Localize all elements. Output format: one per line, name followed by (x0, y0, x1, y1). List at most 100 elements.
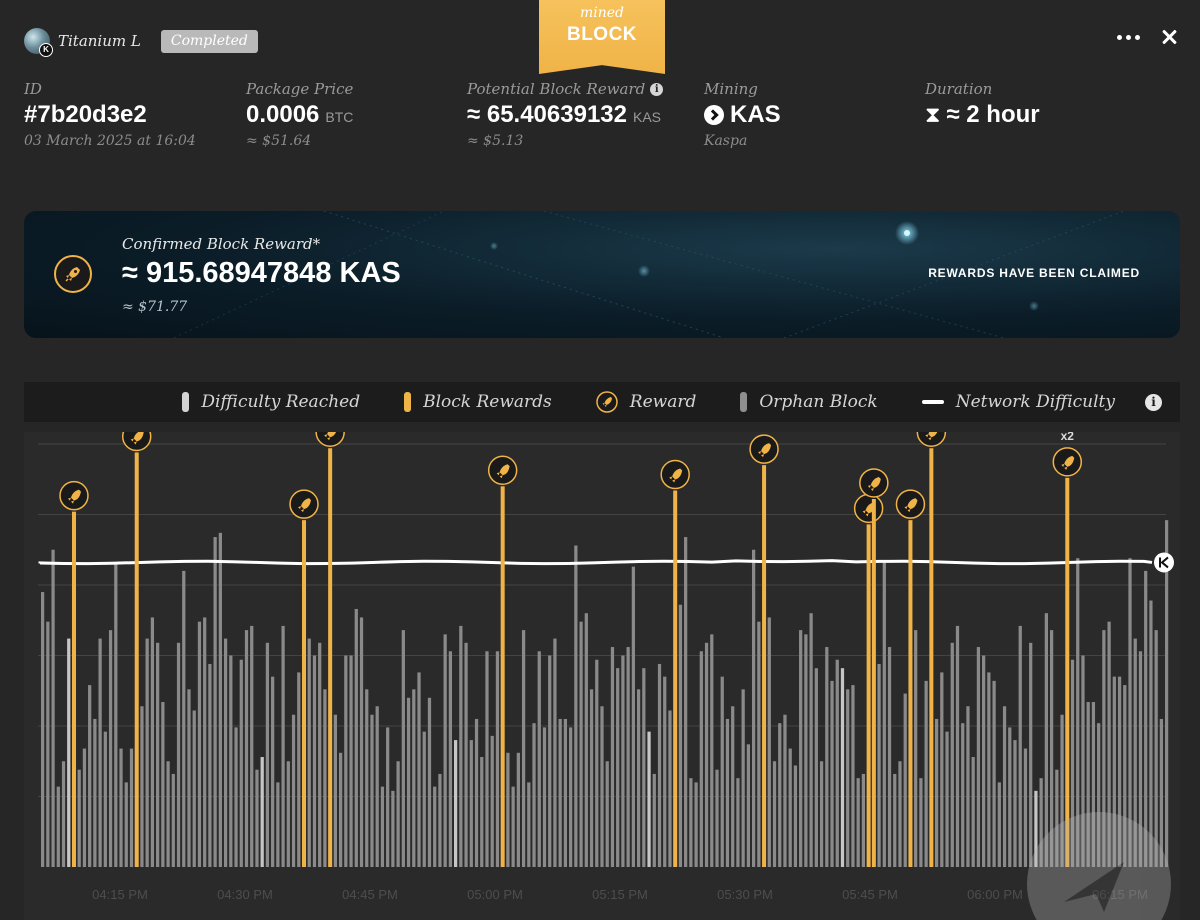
difficulty-bar (438, 773, 442, 867)
difficulty-bar (187, 689, 191, 867)
x-axis-tick-label: 05:15 PM (592, 887, 648, 902)
difficulty-bar (966, 706, 970, 867)
difficulty-bar (140, 706, 144, 867)
block-reward-bar (134, 452, 139, 867)
difficulty-bar (903, 693, 907, 867)
difficulty-bar (992, 680, 996, 867)
difficulty-bar (799, 630, 803, 867)
difficulty-bar (93, 718, 97, 867)
difficulty-bar (312, 655, 317, 867)
titanium-package-icon: K (24, 28, 53, 57)
difficulty-swatch (182, 392, 190, 412)
difficulty-bar (129, 748, 134, 867)
difficulty-bar (250, 625, 254, 867)
difficulty-bar (406, 697, 411, 867)
reward-rocket-marker (1052, 447, 1083, 477)
difficulty-bar (636, 689, 641, 867)
difficulty-bar (532, 723, 536, 867)
difficulty-bar (767, 617, 771, 867)
confirmed-reward-usd: ≈ $71.77 (122, 299, 188, 315)
difficulty-bar (830, 680, 834, 867)
difficulty-bar (668, 710, 672, 867)
block-reward-bar (908, 520, 913, 867)
reward-rocket-marker (660, 459, 690, 490)
info-icon[interactable]: i (650, 82, 664, 96)
legend-items: Difficulty Reached Block Rewards Reward … (182, 382, 1162, 422)
difficulty-bar (427, 697, 432, 867)
confirmed-reward-value: ≈ 915.68947848 KAS (122, 257, 401, 289)
potential-reward-value: ≈ 65.40639132 (467, 101, 627, 128)
close-icon[interactable] (1158, 26, 1180, 48)
difficulty-bar (124, 782, 128, 867)
difficulty-bar (861, 773, 866, 867)
difficulty-bar (605, 761, 609, 867)
difficulty-bar (1002, 706, 1007, 867)
difficulty-bar (898, 761, 902, 867)
reward-rocket-marker (289, 489, 319, 519)
difficulty-bar (694, 782, 698, 867)
difficulty-bar (997, 782, 1001, 867)
difficulty-bar (239, 659, 243, 867)
status-badge: Completed (160, 29, 258, 53)
chart-legend: Difficulty Reached Block Rewards Reward … (24, 382, 1180, 422)
id-label: ID (24, 80, 42, 98)
rocket-icon (54, 255, 92, 293)
difficulty-bar (741, 689, 745, 867)
difficulty-bar (192, 710, 196, 867)
difficulty-bar (156, 642, 160, 867)
difficulty-bar (809, 613, 813, 867)
package-price-value: 0.0006 (246, 101, 320, 128)
x-axis-tick-label: 04:15 PM (92, 887, 148, 902)
difficulty-bar (401, 630, 405, 867)
difficulty-bar (166, 761, 170, 867)
difficulty-bar (145, 638, 149, 867)
difficulty-bar (731, 706, 735, 867)
difficulty-bar (286, 761, 290, 867)
legend-network-difficulty[interactable]: Network Difficulty (921, 392, 1115, 412)
chart-svg: x2 04:15 PM 04:30 PM 04:45 PM 05:00 PM 05:15 … (38, 432, 1174, 920)
difficulty-bar (621, 655, 625, 867)
legend-reward[interactable]: Reward (596, 391, 697, 413)
kaspa-badge-icon: K (39, 43, 53, 57)
difficulty-bar (919, 778, 923, 867)
info-id: ID #7b20d3e2 03 March 2025 at 16:04 (24, 80, 196, 149)
difficulty-bar (359, 617, 364, 867)
difficulty-bar (260, 757, 264, 867)
difficulty-bar (856, 778, 860, 867)
legend-reward-label: Reward (629, 392, 697, 412)
difficulty-bar (814, 668, 818, 867)
difficulty-bar (537, 651, 541, 867)
difficulty-bar (574, 545, 578, 867)
legend-orphan-block[interactable]: Orphan Block (740, 392, 878, 412)
block-reward-bar (866, 524, 871, 867)
difficulty-bar (715, 769, 719, 867)
difficulty-bar (490, 735, 494, 867)
difficulty-bar (548, 655, 552, 867)
difficulty-bar (887, 647, 892, 867)
difficulty-bar (323, 689, 327, 867)
difficulty-bar (506, 752, 510, 867)
difficulty-bar (412, 689, 416, 867)
difficulty-bar (527, 782, 531, 867)
reward-rocket-marker (859, 468, 889, 498)
chart-info-icon[interactable]: i (1145, 393, 1162, 411)
difficulty-bar (1018, 625, 1022, 867)
info-package-price: Package Price 0.0006 BTC ≈ $51.64 (246, 80, 353, 149)
difficulty-bar (349, 655, 353, 867)
difficulty-bar (1023, 748, 1028, 867)
more-options-icon[interactable] (1117, 26, 1140, 48)
legend-difficulty-reached[interactable]: Difficulty Reached (182, 392, 360, 412)
duration-value: ≈ 2 hour (946, 101, 1040, 128)
difficulty-bar (569, 727, 573, 867)
difficulty-bar (516, 752, 520, 867)
block-reward-bar (1065, 477, 1070, 867)
mining-chart: x2 04:15 PM 04:30 PM 04:45 PM 05:00 PM 05:15 … (24, 432, 1180, 920)
potential-reward-usd: ≈ $5.13 (467, 133, 524, 149)
legend-block-rewards[interactable]: Block Rewards (404, 392, 552, 412)
difficulty-bar (976, 647, 981, 867)
difficulty-bar (1044, 613, 1048, 867)
difficulty-bar (56, 786, 60, 867)
package-price-label: Package Price (246, 80, 354, 98)
x-axis-tick-label: 04:45 PM (342, 887, 398, 902)
difficulty-bar (469, 740, 473, 867)
